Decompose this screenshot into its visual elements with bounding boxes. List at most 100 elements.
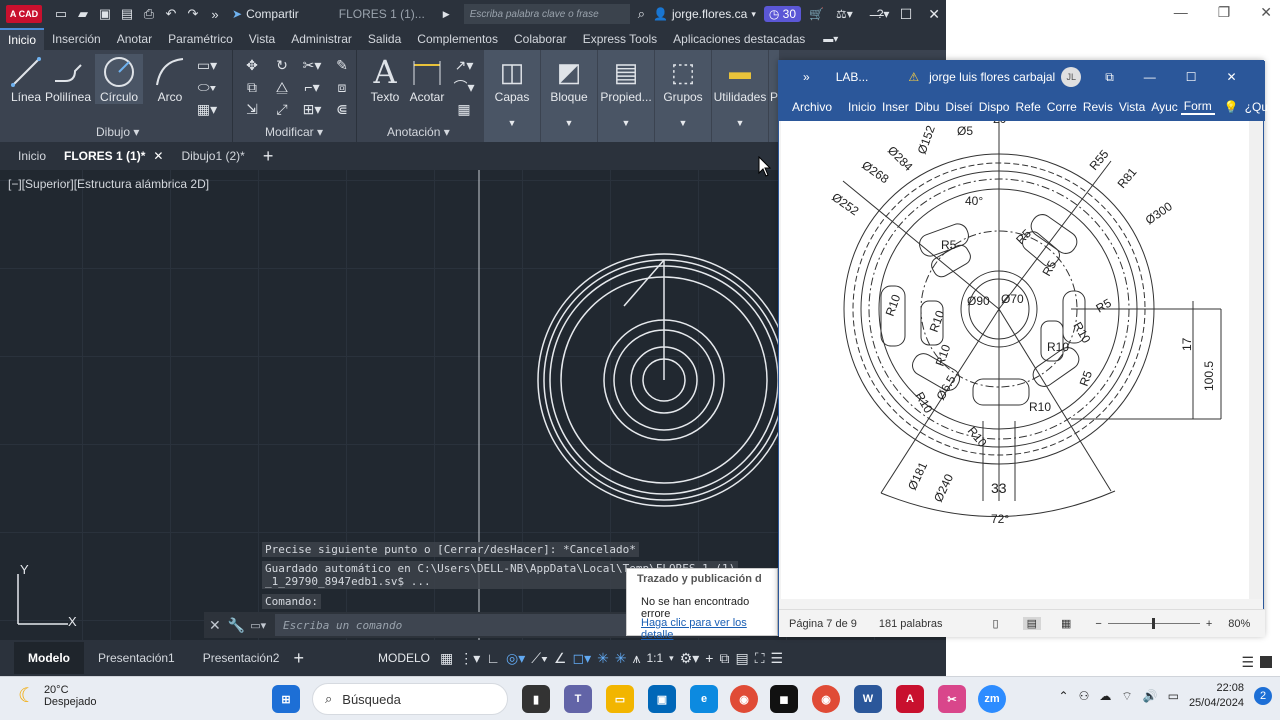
zoom-icon[interactable]: zm bbox=[978, 685, 1006, 713]
layout-tab-presentacion1[interactable]: Presentación1 bbox=[84, 642, 189, 674]
add-tab-icon[interactable]: + bbox=[263, 146, 274, 167]
panel-dibujo-label[interactable]: Dibujo ▾ bbox=[96, 125, 139, 139]
add-layout-icon[interactable]: + bbox=[293, 648, 304, 669]
word-scrollbar[interactable] bbox=[1249, 121, 1263, 599]
word-tab-diseno[interactable]: Diseí bbox=[942, 100, 975, 114]
minimize-icon[interactable]: — bbox=[1174, 4, 1188, 21]
save-as-icon[interactable]: ▤ bbox=[118, 5, 136, 23]
annotation-visibility-icon[interactable]: ✳ bbox=[597, 650, 609, 667]
word-tab-disposicion[interactable]: Dispo bbox=[976, 100, 1013, 114]
word-tab-revisar[interactable]: Revis bbox=[1080, 100, 1116, 114]
share-button[interactable]: ➤ Compartir bbox=[232, 7, 299, 21]
ribbon-tab-inicio[interactable]: Inicio bbox=[0, 28, 45, 50]
tell-me-search[interactable]: ¿Qu bbox=[1242, 100, 1271, 114]
print-icon[interactable]: ⎙ bbox=[140, 5, 158, 23]
store-icon[interactable]: ▣ bbox=[648, 685, 676, 713]
clock[interactable]: 22:08 25/04/2024 bbox=[1189, 681, 1244, 711]
ribbon-tab-salida[interactable]: Salida bbox=[360, 28, 409, 50]
ribbon-tab-colaborar[interactable]: Colaborar bbox=[506, 28, 575, 50]
close-icon[interactable]: ✕ bbox=[153, 149, 163, 163]
customize-icon[interactable]: ☰ bbox=[771, 650, 784, 667]
minimize-icon[interactable]: — bbox=[870, 6, 884, 22]
move-icon[interactable]: ✥ bbox=[237, 54, 267, 76]
properties-tool[interactable]: ▤ Propied... ▼ bbox=[598, 50, 654, 142]
more-icon[interactable]: » bbox=[206, 5, 224, 23]
chevron-down-icon[interactable]: ▾ bbox=[669, 653, 674, 664]
cart-icon[interactable]: 🛒 bbox=[809, 7, 824, 21]
autocad-logo[interactable]: A CAD bbox=[6, 5, 42, 23]
start-icon[interactable]: ⊞ bbox=[272, 685, 300, 713]
word-tab-correspondencia[interactable]: Corre bbox=[1044, 100, 1080, 114]
circle-tool[interactable]: Círculo bbox=[95, 54, 143, 104]
trial-days-badge[interactable]: ◷ 30 bbox=[763, 6, 802, 22]
isodraft-icon[interactable]: ⟋▾ bbox=[531, 650, 548, 667]
notification-link[interactable]: Haga clic para ver los detalle bbox=[641, 617, 777, 641]
array-icon[interactable]: ⊞▾ bbox=[297, 98, 327, 120]
hardware-accel-icon[interactable]: ▤ bbox=[735, 650, 748, 667]
line-tool[interactable]: Línea bbox=[2, 54, 50, 104]
object-snap-icon[interactable]: ◻▾ bbox=[572, 650, 591, 667]
search-icon[interactable]: ⌕ bbox=[638, 6, 645, 22]
warning-icon[interactable]: ⚠ bbox=[908, 70, 919, 84]
wrench-icon[interactable]: 🔧 bbox=[226, 617, 248, 634]
polar-icon[interactable]: ◎▾ bbox=[506, 650, 525, 667]
erase-icon[interactable]: ✎ bbox=[327, 54, 357, 76]
close-icon[interactable]: ✕ bbox=[928, 6, 940, 23]
command-history-icon[interactable]: ▭▾ bbox=[247, 619, 269, 632]
hatch-icon[interactable]: ▦▾ bbox=[192, 98, 222, 120]
notification-count-badge[interactable]: 2 bbox=[1254, 687, 1272, 705]
snipping-tool-icon[interactable]: ✂ bbox=[938, 685, 966, 713]
ribbon-tab-administrar[interactable]: Administrar bbox=[283, 28, 360, 50]
autodesk-app-icon[interactable]: ⚖▾ bbox=[836, 7, 853, 21]
clean-screen-icon[interactable]: ⛶ bbox=[755, 650, 765, 667]
file-explorer-icon[interactable]: ▭ bbox=[606, 685, 634, 713]
file-tab-dibujo1[interactable]: Dibujo1 (2)* bbox=[181, 149, 244, 163]
lightbulb-icon[interactable]: 💡 bbox=[1221, 100, 1242, 114]
layers-tool[interactable]: ◫ Capas ▼ bbox=[484, 50, 540, 142]
onedrive-icon[interactable]: ☁ bbox=[1099, 689, 1111, 703]
model-space-toggle[interactable]: MODELO bbox=[378, 651, 430, 665]
scroll-block-icon[interactable] bbox=[1260, 656, 1272, 668]
ribbon-tab-anotar[interactable]: Anotar bbox=[109, 28, 160, 50]
word-count[interactable]: 181 palabras bbox=[879, 618, 943, 630]
new-file-icon[interactable]: ▭ bbox=[52, 5, 70, 23]
groups-tool[interactable]: ⬚ Grupos ▼ bbox=[655, 50, 711, 142]
mirror-icon[interactable]: ⧋ bbox=[267, 76, 297, 98]
rectangle-icon[interactable]: ▭▾ bbox=[192, 54, 222, 76]
task-view-icon[interactable]: ▮ bbox=[522, 685, 550, 713]
annotation-scale-icon[interactable]: ⩚ bbox=[633, 650, 641, 667]
stretch-icon[interactable]: ⇲ bbox=[237, 98, 267, 120]
page-count[interactable]: Página 7 de 9 bbox=[789, 618, 857, 630]
ribbon-display-icon[interactable]: ⧉ bbox=[1105, 70, 1114, 85]
zoom-out-icon[interactable]: − bbox=[1095, 618, 1101, 630]
ellipse-icon[interactable]: ⬭▾ bbox=[192, 76, 222, 98]
word-tab-archivo[interactable]: Archivo bbox=[789, 100, 835, 114]
add-icon[interactable]: + bbox=[705, 650, 713, 666]
zoom-level[interactable]: 80% bbox=[1228, 618, 1250, 630]
edge-icon[interactable]: e bbox=[690, 685, 718, 713]
arc-tool[interactable]: Arco bbox=[146, 54, 194, 104]
ribbon-toggle-icon[interactable]: ▬▾ bbox=[823, 34, 838, 45]
fillet-icon[interactable]: ⌐▾ bbox=[297, 76, 327, 98]
osnap-angle-icon[interactable]: ∠ bbox=[554, 650, 567, 667]
grid-icon[interactable]: ▦ bbox=[440, 650, 453, 667]
print-layout-icon[interactable]: ▤ bbox=[1022, 617, 1041, 630]
utilities-tool[interactable]: ▬ Utilidades ▼ bbox=[712, 50, 768, 142]
ribbon-tab-complementos[interactable]: Complementos bbox=[409, 28, 506, 50]
notification-balloon[interactable]: Trazado y publicación d No se han encont… bbox=[626, 568, 778, 641]
ribbon-tab-aplicaciones[interactable]: Aplicaciones destacadas bbox=[665, 28, 813, 50]
layout-tab-modelo[interactable]: Modelo bbox=[14, 642, 84, 674]
teams-icon[interactable]: T bbox=[564, 685, 592, 713]
ribbon-tab-parametrico[interactable]: Paramétrico bbox=[160, 28, 241, 50]
autocad-icon[interactable]: A bbox=[896, 685, 924, 713]
leader-icon[interactable]: ↗▾ bbox=[449, 54, 479, 76]
text-tool[interactable]: A Texto bbox=[361, 53, 409, 104]
zoom-in-icon[interactable]: + bbox=[1206, 618, 1212, 630]
camera-app-icon[interactable]: ◼ bbox=[770, 685, 798, 713]
user-account[interactable]: 👤 jorge.flores.ca ▾ bbox=[653, 7, 756, 21]
panel-anotacion-label[interactable]: Anotación ▾ bbox=[387, 125, 450, 139]
snap-icon[interactable]: ⋮▾ bbox=[459, 650, 480, 667]
word-tab-inicio[interactable]: Inicio bbox=[845, 100, 879, 114]
chrome-profile-icon[interactable]: ◉ bbox=[812, 685, 840, 713]
table-icon-small[interactable]: ⌒▾ bbox=[449, 76, 479, 98]
